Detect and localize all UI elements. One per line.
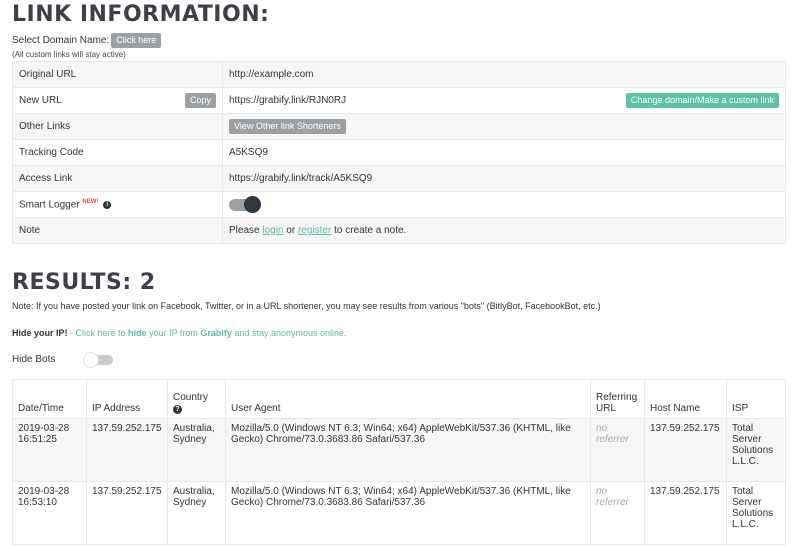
tracking-code-value: A5KSQ9 [222, 139, 786, 166]
hide-ip-mid: your IP from [146, 328, 201, 338]
cell-user-agent: Mozilla/5.0 (Windows NT 6.3; Win64; x64)… [225, 481, 591, 545]
info-row-smart-logger: Smart Logger NEW! i [12, 191, 786, 218]
cell-referrer: no referrer [590, 481, 645, 545]
col-datetime: Date/Time [12, 379, 87, 419]
cell-datetime: 2019-03-28 16:53:10 [12, 481, 87, 545]
change-domain-button[interactable]: Change domain/Make a custom link [625, 93, 779, 108]
question-icon[interactable]: ? [173, 405, 182, 414]
note-or: or [283, 225, 298, 236]
other-links-label: Other Links [12, 113, 223, 140]
toggle-knob [83, 351, 100, 368]
info-row-access-link: Access Link https://grabify.link/track/A… [12, 165, 786, 192]
new-url-label: New URL [19, 95, 62, 106]
hide-bots-toggle[interactable] [83, 351, 114, 368]
login-link[interactable]: login [262, 225, 283, 236]
view-other-shorteners-button[interactable]: View Other link Shorteners [229, 119, 346, 134]
info-icon[interactable]: i [103, 200, 112, 209]
col-ip: IP Address [86, 379, 168, 419]
results-table: Date/Time IP Address Country ? User Agen… [12, 379, 786, 545]
register-link[interactable]: register [298, 225, 331, 236]
hide-bots-row: Hide Bots [12, 351, 114, 368]
cell-user-agent: Mozilla/5.0 (Windows NT 6.3; Win64; x64)… [225, 418, 591, 482]
cell-host: 137.59.252.175 [644, 418, 727, 482]
note-label: Note [12, 217, 223, 244]
access-link-label: Access Link [12, 165, 223, 192]
hide-ip-hide: hide [128, 328, 147, 338]
select-domain-label: Select Domain Name: [12, 35, 110, 46]
cell-datetime: 2019-03-28 16:51:25 [12, 418, 87, 482]
copy-button[interactable]: Copy [184, 93, 216, 108]
domain-note: (All custom links will stay active) [12, 50, 126, 59]
info-row-tracking-code: Tracking Code A5KSQ9 [12, 139, 786, 166]
info-row-original-url: Original URL http://example.com [12, 61, 786, 88]
original-url-value: http://example.com [222, 61, 786, 88]
original-url-label: Original URL [12, 61, 223, 88]
new-url-value: https://grabify.link/RJN0RJ [229, 95, 347, 106]
info-row-other-links: Other Links View Other link Shorteners [12, 113, 786, 140]
results-header-row: Date/Time IP Address Country ? User Agen… [12, 379, 786, 419]
info-row-note: Note Please login or register to create … [12, 217, 786, 244]
hide-ip-line[interactable]: Hide your IP! - Click here to hide your … [12, 328, 347, 338]
cell-isp: Total Server Solutions L.L.C. [726, 481, 786, 545]
smart-logger-toggle[interactable] [229, 195, 261, 213]
results-title: RESULTS: 2 [12, 270, 156, 295]
toggle-knob [244, 195, 261, 213]
col-country-label: Country [173, 392, 209, 403]
link-info-table: Original URL http://example.com New URL … [12, 61, 786, 244]
smart-logger-label: Smart Logger [19, 199, 80, 211]
access-link-value: https://grabify.link/track/A5KSQ9 [222, 165, 786, 192]
new-badge: NEW! [82, 198, 99, 205]
cell-country: Australia, Sydney [167, 481, 226, 545]
cell-ip: 137.59.252.175 [86, 481, 168, 545]
click-here-button[interactable]: Click here [111, 33, 162, 48]
hide-ip-grabify: Grabify [200, 328, 232, 338]
hide-ip-dash: - Click here to [67, 328, 129, 338]
results-note: Note: If you have posted your link on Fa… [12, 301, 601, 311]
col-host-name: Host Name [644, 379, 727, 419]
hide-ip-label: Hide your IP! [12, 328, 68, 338]
select-domain-row: Select Domain Name: Click here [12, 33, 162, 48]
link-information-title: LINK INFORMATION: [12, 2, 270, 27]
cell-referrer: no referrer [590, 418, 645, 482]
page: LINK INFORMATION: Select Domain Name: Cl… [0, 0, 800, 547]
table-row: 2019-03-28 16:51:25 137.59.252.175 Austr… [12, 418, 786, 482]
table-row: 2019-03-28 16:53:10 137.59.252.175 Austr… [12, 481, 786, 545]
col-country: Country ? [167, 379, 226, 419]
col-isp: ISP [726, 379, 786, 419]
note-text-after: to create a note. [331, 225, 407, 236]
note-text-before: Please [229, 225, 263, 236]
col-referring-url: Referring URL [590, 379, 645, 419]
col-user-agent: User Agent [225, 379, 591, 419]
hide-bots-label: Hide Bots [12, 354, 56, 365]
cell-ip: 137.59.252.175 [86, 418, 168, 482]
hide-ip-end: and stay anonymous online. [231, 328, 347, 338]
info-row-new-url: New URL Copy https://grabify.link/RJN0RJ… [12, 87, 786, 114]
cell-isp: Total Server Solutions L.L.C. [726, 418, 786, 482]
cell-host: 137.59.252.175 [644, 481, 727, 545]
tracking-code-label: Tracking Code [12, 139, 223, 166]
cell-country: Australia, Sydney [167, 418, 226, 482]
